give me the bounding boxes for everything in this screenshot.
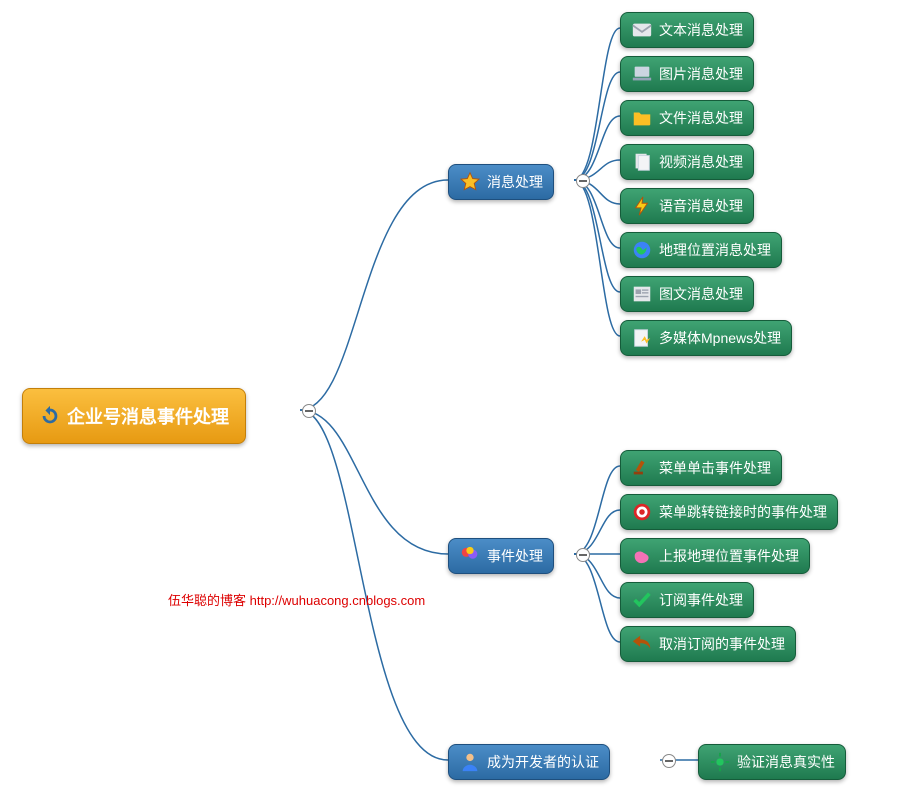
leaf-node[interactable]: 图片消息处理	[620, 56, 754, 92]
leaf-label: 取消订阅的事件处理	[659, 634, 785, 654]
leaf-node[interactable]: 地理位置消息处理	[620, 232, 782, 268]
leaf-node[interactable]: 文件消息处理	[620, 100, 754, 136]
document-icon	[631, 151, 653, 173]
leaf-node[interactable]: 语音消息处理	[620, 188, 754, 224]
expand-toggle[interactable]	[662, 754, 676, 768]
expand-toggle[interactable]	[576, 174, 590, 188]
mapblob-icon	[631, 545, 653, 567]
leaf-label: 文本消息处理	[659, 20, 743, 40]
leaf-node[interactable]: 菜单跳转链接时的事件处理	[620, 494, 838, 530]
leaf-node[interactable]: 视频消息处理	[620, 144, 754, 180]
globe-icon	[631, 239, 653, 261]
credit-prefix: 伍华聪的博客	[168, 593, 250, 608]
leaf-node[interactable]: 订阅事件处理	[620, 582, 754, 618]
refresh-icon	[39, 405, 61, 427]
leaf-label: 验证消息真实性	[737, 752, 835, 772]
leaf-node[interactable]: 上报地理位置事件处理	[620, 538, 810, 574]
leaf-label: 上报地理位置事件处理	[659, 546, 799, 566]
branch-label: 消息处理	[487, 172, 543, 192]
branch-node-event[interactable]: 事件处理	[448, 538, 554, 574]
mail-icon	[631, 19, 653, 41]
expand-toggle[interactable]	[302, 404, 316, 418]
credit-text: 伍华聪的博客 http://wuhuacong.cnblogs.com	[168, 590, 425, 609]
credit-link[interactable]: http://wuhuacong.cnblogs.com	[250, 593, 426, 608]
root-label: 企业号消息事件处理	[67, 403, 229, 429]
leaf-label: 订阅事件处理	[659, 590, 743, 610]
balloons-icon	[459, 545, 481, 567]
laptop-icon	[631, 63, 653, 85]
gear-icon	[709, 751, 731, 773]
branch-label: 事件处理	[487, 546, 543, 566]
leaf-node[interactable]: 多媒体Mpnews处理	[620, 320, 792, 356]
check-icon	[631, 589, 653, 611]
mindmap-canvas: 企业号消息事件处理 消息处理 事件处理 成为开发者的认证 文本消息处理 图片消息…	[0, 0, 902, 811]
leaf-label: 菜单单击事件处理	[659, 458, 771, 478]
leaf-node[interactable]: 菜单单击事件处理	[620, 450, 782, 486]
person-icon	[459, 751, 481, 773]
leaf-node[interactable]: 文本消息处理	[620, 12, 754, 48]
target-icon	[631, 501, 653, 523]
leaf-label: 多媒体Mpnews处理	[659, 328, 781, 348]
branch-node-message[interactable]: 消息处理	[448, 164, 554, 200]
folder-icon	[631, 107, 653, 129]
leaf-node[interactable]: 验证消息真实性	[698, 744, 846, 780]
leaf-node[interactable]: 取消订阅的事件处理	[620, 626, 796, 662]
bolt-icon	[631, 195, 653, 217]
expand-toggle[interactable]	[576, 548, 590, 562]
branch-node-developer[interactable]: 成为开发者的认证	[448, 744, 610, 780]
leaf-label: 菜单跳转链接时的事件处理	[659, 502, 827, 522]
leaf-label: 语音消息处理	[659, 196, 743, 216]
leaf-label: 视频消息处理	[659, 152, 743, 172]
root-node[interactable]: 企业号消息事件处理	[22, 388, 246, 444]
leaf-node[interactable]: 图文消息处理	[620, 276, 754, 312]
news-icon	[631, 283, 653, 305]
leaf-label: 文件消息处理	[659, 108, 743, 128]
branch-label: 成为开发者的认证	[487, 752, 599, 772]
leaf-label: 地理位置消息处理	[659, 240, 771, 260]
leaf-label: 图片消息处理	[659, 64, 743, 84]
undo-icon	[631, 633, 653, 655]
leaf-label: 图文消息处理	[659, 284, 743, 304]
mpnews-icon	[631, 327, 653, 349]
star-icon	[459, 171, 481, 193]
gavel-icon	[631, 457, 653, 479]
